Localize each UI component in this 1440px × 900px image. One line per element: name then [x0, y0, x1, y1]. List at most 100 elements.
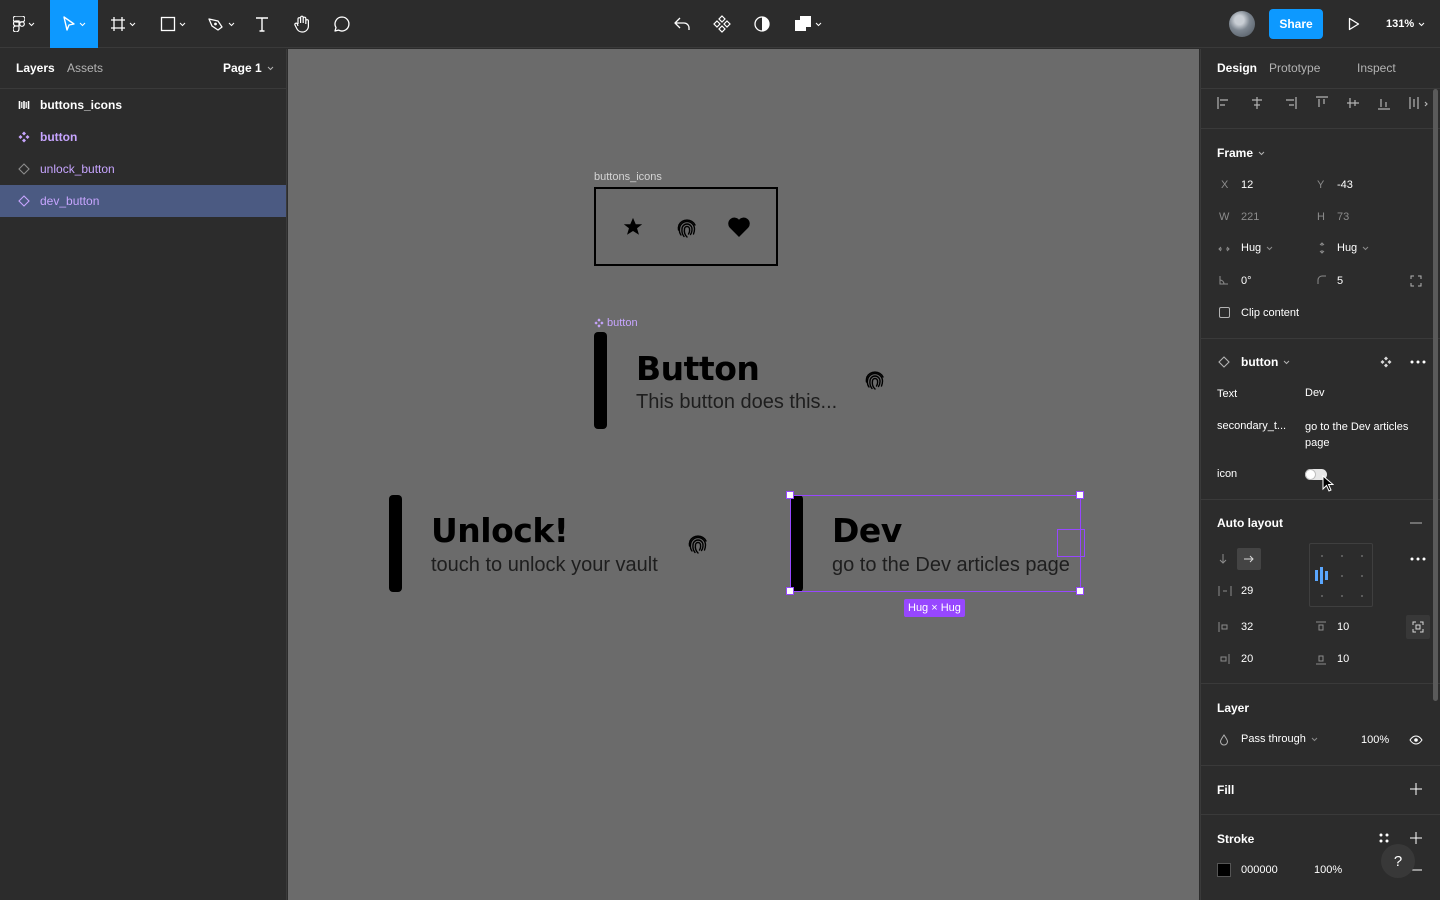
- reset-instance-button[interactable]: [668, 0, 696, 48]
- panel-scrollbar[interactable]: [1433, 89, 1438, 701]
- horizontal-direction-button[interactable]: [1237, 548, 1261, 570]
- alignment-grid[interactable]: [1309, 543, 1373, 607]
- buttons-icons-frame[interactable]: [594, 187, 778, 266]
- blend-mode-select[interactable]: Pass through: [1241, 733, 1318, 745]
- corner-radius-input[interactable]: 5: [1337, 275, 1343, 287]
- canvas[interactable]: buttons_icons button Button This button …: [288, 49, 1199, 900]
- frame-section-title[interactable]: Frame: [1217, 146, 1265, 160]
- resize-handle[interactable]: [1076, 491, 1084, 499]
- layer-row[interactable]: button: [0, 121, 286, 153]
- go-to-main-component-icon[interactable]: [1380, 356, 1392, 368]
- resize-handle[interactable]: [1076, 587, 1084, 595]
- shape-tool-button[interactable]: [152, 0, 194, 48]
- contrast-icon: [754, 16, 770, 32]
- padding-top-input[interactable]: 10: [1337, 621, 1349, 633]
- tab-prototype[interactable]: Prototype: [1269, 61, 1320, 75]
- w-input[interactable]: 221: [1241, 211, 1259, 223]
- tab-design[interactable]: Design: [1217, 61, 1257, 75]
- component-label[interactable]: button: [594, 317, 638, 329]
- independent-corners-icon[interactable]: [1410, 275, 1422, 287]
- fill-section-title: Fill: [1217, 783, 1235, 797]
- fingerprint-icon[interactable]: [863, 368, 887, 392]
- resize-handle[interactable]: [786, 491, 794, 499]
- resize-handle[interactable]: [786, 587, 794, 595]
- button-subtitle[interactable]: This button does this...: [636, 391, 837, 414]
- add-fill-icon[interactable]: [1410, 783, 1422, 795]
- help-button[interactable]: ?: [1381, 844, 1415, 878]
- eye-icon[interactable]: [1409, 735, 1423, 745]
- individual-padding-button[interactable]: [1406, 615, 1430, 639]
- layer-row[interactable]: unlock_button: [0, 153, 286, 185]
- frame-label[interactable]: buttons_icons: [594, 171, 662, 183]
- alignment-toolbar[interactable]: [1217, 96, 1431, 110]
- more-options-icon[interactable]: [1410, 557, 1426, 561]
- figma-logo-icon: [13, 16, 25, 32]
- text-property-label: Text: [1217, 388, 1238, 400]
- horizontal-sizing-select[interactable]: Hug: [1241, 242, 1273, 254]
- gap-input[interactable]: 29: [1241, 585, 1253, 597]
- y-input[interactable]: -43: [1337, 179, 1353, 191]
- add-stroke-icon[interactable]: [1410, 832, 1422, 844]
- blend-mode-value: Pass through: [1241, 733, 1306, 745]
- remove-stroke-icon[interactable]: [1412, 869, 1422, 871]
- avatar[interactable]: [1229, 11, 1255, 37]
- share-button[interactable]: Share: [1269, 9, 1323, 39]
- create-component-button[interactable]: [708, 0, 736, 48]
- unlock-accent-bar[interactable]: [389, 495, 402, 592]
- frame-tool-button[interactable]: [102, 0, 144, 48]
- padding-right-input[interactable]: 20: [1241, 653, 1253, 665]
- layer-row[interactable]: buttons_icons: [0, 89, 286, 121]
- unlock-title[interactable]: Unlock!: [431, 511, 569, 550]
- rotation-input[interactable]: 0°: [1241, 275, 1252, 287]
- tab-assets[interactable]: Assets: [67, 61, 103, 75]
- x-input[interactable]: 12: [1241, 179, 1253, 191]
- padding-left-input[interactable]: 32: [1241, 621, 1253, 633]
- boolean-union-icon: [795, 16, 811, 31]
- star-icon[interactable]: [622, 216, 644, 238]
- tab-layers[interactable]: Layers: [16, 61, 55, 75]
- padding-bottom-input[interactable]: 10: [1337, 653, 1349, 665]
- zoom-level: 131%: [1386, 18, 1415, 30]
- more-options-icon[interactable]: [1410, 360, 1426, 364]
- button-accent-bar[interactable]: [594, 332, 607, 429]
- instance-swap-select[interactable]: button: [1241, 355, 1290, 369]
- heart-icon[interactable]: [727, 216, 751, 238]
- boolean-groups-button[interactable]: [788, 0, 828, 48]
- unlock-subtitle[interactable]: touch to unlock your vault: [431, 554, 658, 577]
- h-input[interactable]: 73: [1337, 211, 1349, 223]
- mask-button[interactable]: [748, 0, 776, 48]
- comment-tool-button[interactable]: [328, 0, 356, 48]
- chevron-down-icon: [28, 22, 35, 26]
- tab-inspect[interactable]: Inspect: [1357, 61, 1396, 75]
- text-property-input[interactable]: Dev: [1305, 387, 1325, 399]
- layer-opacity-input[interactable]: 100%: [1361, 734, 1389, 746]
- layer-name: dev_button: [40, 194, 100, 208]
- clip-content-checkbox[interactable]: [1219, 307, 1230, 318]
- vertical-direction-icon[interactable]: [1218, 553, 1228, 565]
- fingerprint-icon[interactable]: [686, 532, 710, 556]
- stroke-color-input[interactable]: 000000: [1241, 864, 1278, 876]
- fingerprint-icon[interactable]: [675, 216, 699, 240]
- text-tool-button[interactable]: [248, 0, 276, 48]
- selection-box[interactable]: [790, 495, 1081, 592]
- hand-tool-button[interactable]: [288, 0, 316, 48]
- present-button[interactable]: [1340, 0, 1368, 48]
- style-grid-icon[interactable]: [1378, 832, 1390, 844]
- zoom-menu[interactable]: 131%: [1386, 0, 1425, 48]
- main-menu-button[interactable]: [0, 0, 48, 48]
- padding-sides-icon: [1412, 621, 1424, 633]
- h-label: H: [1317, 211, 1325, 223]
- move-tool-button[interactable]: [50, 0, 98, 48]
- stroke-color-swatch[interactable]: [1217, 863, 1231, 877]
- layer-row[interactable]: dev_button: [0, 185, 286, 217]
- page-selector[interactable]: Page 1: [223, 61, 274, 75]
- pen-tool-button[interactable]: [200, 0, 242, 48]
- button-title[interactable]: Button: [636, 349, 760, 388]
- frame-title-text: Frame: [1217, 146, 1254, 160]
- secondary-text-input[interactable]: go to the Dev articles page: [1305, 419, 1425, 451]
- hidden-icon-placeholder[interactable]: [1057, 529, 1085, 557]
- vertical-sizing-select[interactable]: Hug: [1337, 242, 1369, 254]
- stroke-opacity-input[interactable]: 100%: [1314, 864, 1342, 876]
- component-icon: [18, 131, 30, 143]
- remove-auto-layout-icon[interactable]: [1410, 522, 1422, 524]
